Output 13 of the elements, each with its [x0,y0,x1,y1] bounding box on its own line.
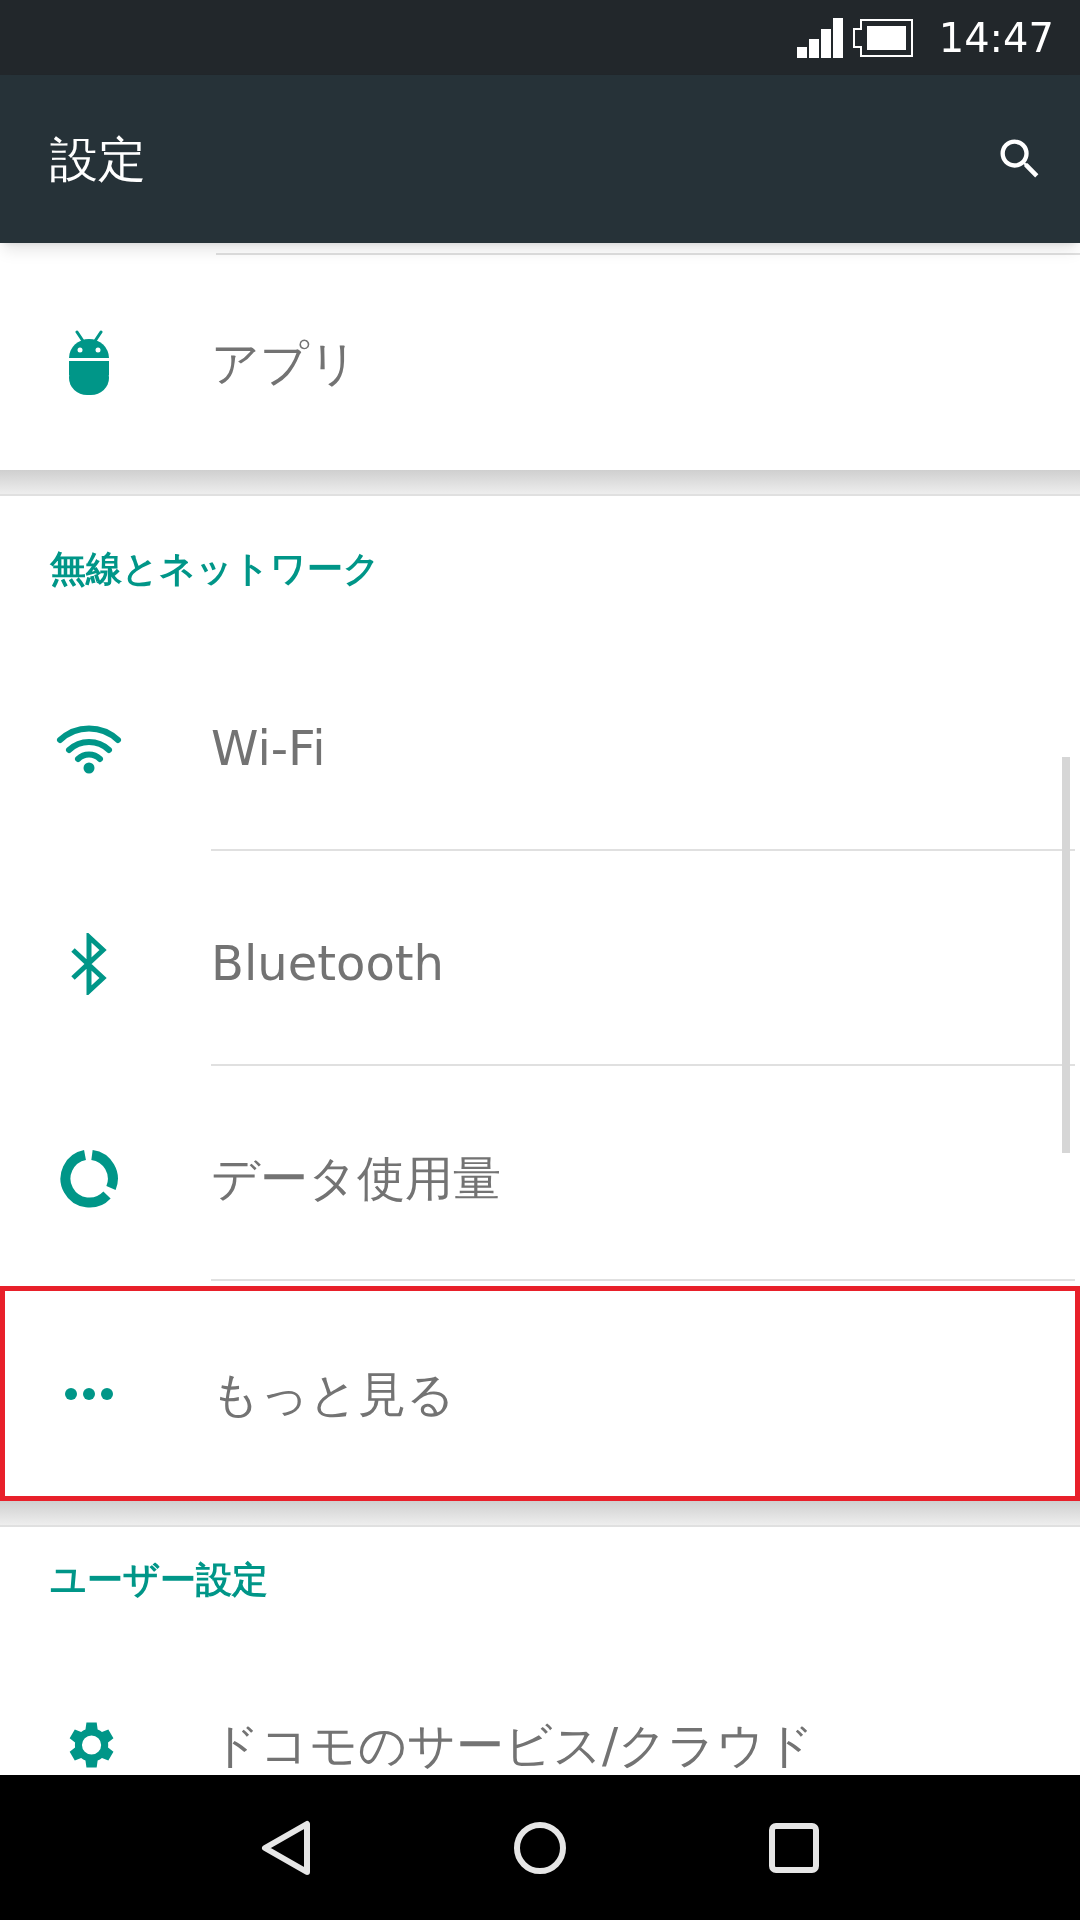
item-label: もっと見る [211,1364,455,1424]
item-label: Bluetooth [211,933,444,993]
settings-item[interactable]: ドコモのサービス/クラウド [0,1632,1080,1775]
settings-item[interactable]: アプリ [0,255,1080,470]
item-label: ドコモのサービス/クラウド [211,1716,815,1775]
clock-time: 14:47 [938,13,1054,63]
item-label: Wi-Fi [211,718,326,778]
item-label: アプリ [211,333,358,393]
item-label: データ使用量 [211,1148,501,1208]
app-bar-title: 設定 [50,130,146,189]
settings-item[interactable]: もっと見る [0,1286,1080,1501]
section-header: 無線とネットワーク [50,546,380,591]
section-header: ユーザー設定 [50,1557,268,1602]
